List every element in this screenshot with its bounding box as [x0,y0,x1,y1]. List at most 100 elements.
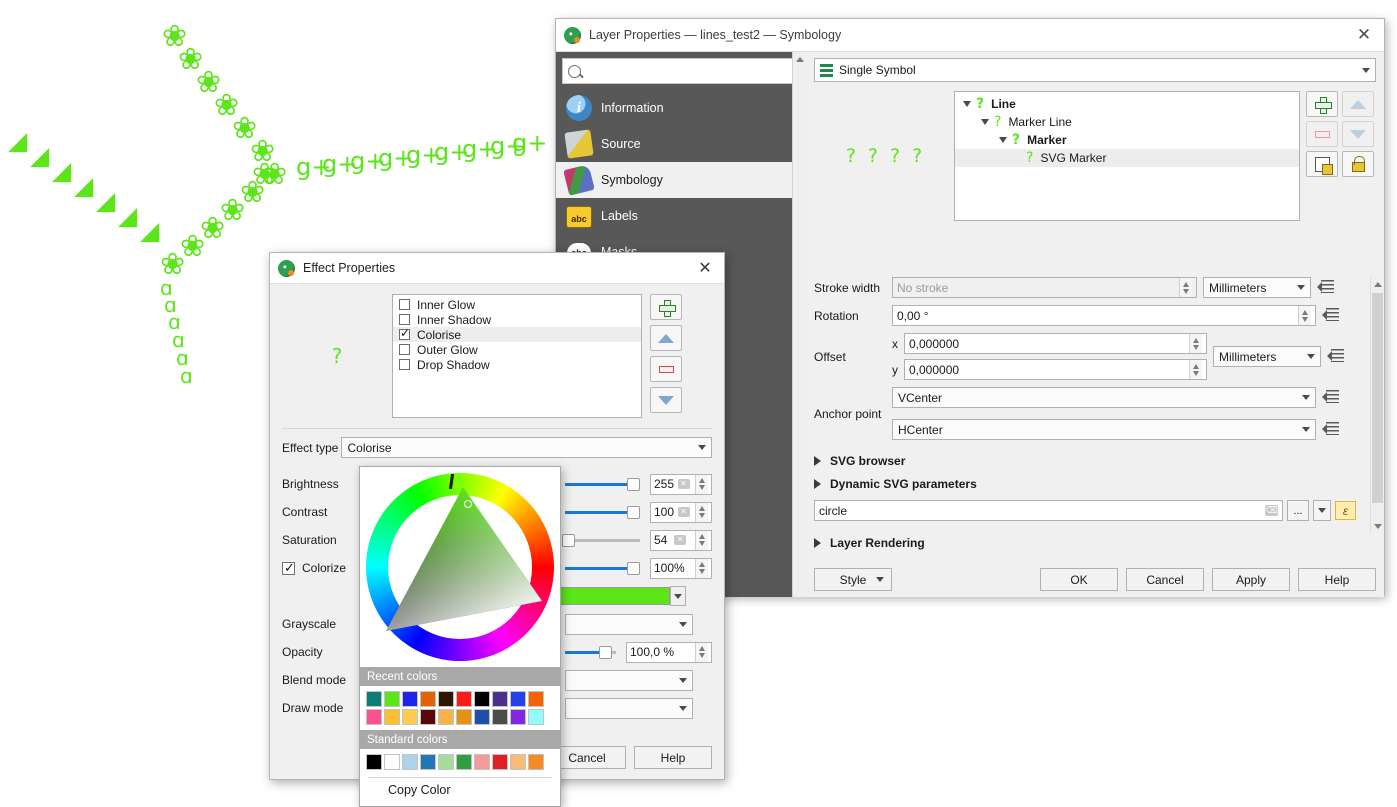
data-defined-override-icon[interactable] [1322,420,1341,439]
color-swatch[interactable] [438,709,454,725]
color-swatch[interactable] [384,709,400,725]
colorize-checkbox-row[interactable]: Colorize [282,560,367,576]
color-swatch[interactable] [474,691,490,707]
color-dropdown-button[interactable] [669,586,686,606]
contrast-slider[interactable] [565,503,640,521]
clear-icon[interactable]: ✕ [677,479,690,489]
color-swatch[interactable] [528,709,544,725]
colorize-strength-stepper[interactable] [695,558,708,578]
symbol-layer-tree[interactable]: ? Line ? Marker Line ? Marker ? SVG Mark… [954,91,1300,221]
standard-colors-grid[interactable] [360,749,560,775]
offset-unit-combo[interactable]: Millimeters [1213,346,1321,367]
tree-item-line[interactable]: ? Line [955,95,1299,113]
color-swatch[interactable] [456,709,472,725]
search-row[interactable] [562,58,800,84]
scroll-up-icon[interactable] [793,52,807,66]
add-symbol-layer-button[interactable] [1306,91,1338,117]
effects-list[interactable]: Inner Glow Inner Shadow Colorise Outer G… [392,294,642,418]
sidebar-item-labels[interactable]: abc Labels [556,198,806,234]
brightness-input[interactable]: 255 ✕ [650,473,712,495]
stroke-width-unit-combo[interactable]: Millimeters [1203,277,1311,298]
color-swatch[interactable] [420,754,436,770]
color-swatch[interactable] [402,709,418,725]
section-svg-browser[interactable]: SVG browser [814,454,1356,468]
move-effect-down-button[interactable] [650,387,682,413]
rotation-input[interactable]: 0,00 ° [892,305,1316,326]
data-defined-override-icon[interactable] [1322,306,1341,325]
saturation-slider[interactable] [562,531,640,549]
color-wheel-area[interactable] [360,467,560,667]
colorize-color-swatch[interactable] [559,587,670,605]
clear-icon[interactable]: ✕ [674,535,687,545]
offset-y-stepper[interactable] [1189,360,1202,379]
color-swatch[interactable] [456,754,472,770]
color-swatch[interactable] [474,709,490,725]
move-down-button[interactable] [1342,121,1374,147]
svg-path-dropdown-button[interactable] [1313,500,1331,521]
color-swatch[interactable] [384,691,400,707]
apply-button[interactable]: Apply [1212,568,1290,591]
effect-checkbox[interactable] [399,299,410,310]
color-swatch[interactable] [528,754,544,770]
cancel-button[interactable]: Cancel [1126,568,1204,591]
lock-layer-button[interactable] [1342,151,1374,177]
color-cursor[interactable] [464,500,472,508]
offset-x-stepper[interactable] [1189,334,1202,353]
color-swatch[interactable] [438,691,454,707]
chevron-down-icon[interactable] [963,101,971,107]
saturation-stepper[interactable] [694,530,708,550]
clear-icon[interactable]: ✕ [677,507,690,517]
data-defined-override-icon[interactable] [1322,388,1341,407]
tree-item-marker-line[interactable]: ? Marker Line [955,113,1299,131]
color-swatch[interactable] [510,709,526,725]
chevron-down-icon[interactable] [981,119,989,125]
remove-symbol-layer-button[interactable] [1306,121,1338,147]
colorize-strength-slider[interactable] [565,559,640,577]
sidebar-item-information[interactable]: i Information [556,90,806,126]
effect-checkbox[interactable] [399,326,410,340]
draw-mode-combo[interactable] [565,697,693,719]
effect-checkbox[interactable] [399,359,410,370]
tree-item-svg-marker[interactable]: ? SVG Marker [955,149,1299,167]
anchor-vertical-combo[interactable]: VCenter [892,387,1316,408]
color-swatch[interactable] [384,754,400,770]
rotation-stepper[interactable] [1298,306,1311,325]
opacity-stepper[interactable] [695,642,708,662]
close-icon[interactable]: ✕ [1350,21,1378,49]
contrast-input[interactable]: 100 ✕ [650,501,712,523]
data-defined-override-icon[interactable] [1317,278,1336,297]
color-swatch[interactable] [366,754,382,770]
anchor-horizontal-combo[interactable]: HCenter [892,419,1316,440]
remove-effect-button[interactable] [650,356,682,382]
sidebar-scrollbar[interactable] [792,52,806,597]
blend-mode-combo[interactable] [565,669,693,691]
stroke-width-input[interactable]: No stroke [892,277,1197,298]
color-swatch[interactable] [510,691,526,707]
ok-button[interactable]: OK [1040,568,1118,591]
move-up-button[interactable] [1342,91,1374,117]
section-dynamic-svg-parameters[interactable]: Dynamic SVG parameters [814,477,1356,491]
section-layer-rendering[interactable]: Layer Rendering [814,536,925,550]
color-swatch[interactable] [492,709,508,725]
list-item[interactable]: Colorise [393,326,641,342]
color-swatch[interactable] [528,691,544,707]
sidebar-item-symbology[interactable]: Symbology [556,162,806,198]
color-swatch[interactable] [402,691,418,707]
chevron-down-icon[interactable] [999,137,1007,143]
effect-checkbox[interactable] [399,314,410,325]
color-swatch[interactable] [402,754,418,770]
color-swatch[interactable] [366,691,382,707]
help-button[interactable]: Help [1298,568,1376,591]
stroke-width-stepper[interactable] [1179,278,1192,297]
scroll-up-icon[interactable] [1371,277,1384,291]
colorize-checkbox[interactable] [282,560,295,576]
list-item[interactable]: Inner Shadow [393,312,641,327]
color-swatch[interactable] [492,754,508,770]
grayscale-combo[interactable] [565,613,693,635]
brightness-slider[interactable] [565,475,640,493]
tree-item-marker[interactable]: ? Marker [955,131,1299,149]
color-swatch[interactable] [366,709,382,725]
offset-y-input[interactable]: 0,000000 [904,359,1207,380]
style-button[interactable]: Style [814,568,892,591]
contrast-stepper[interactable] [695,502,708,522]
